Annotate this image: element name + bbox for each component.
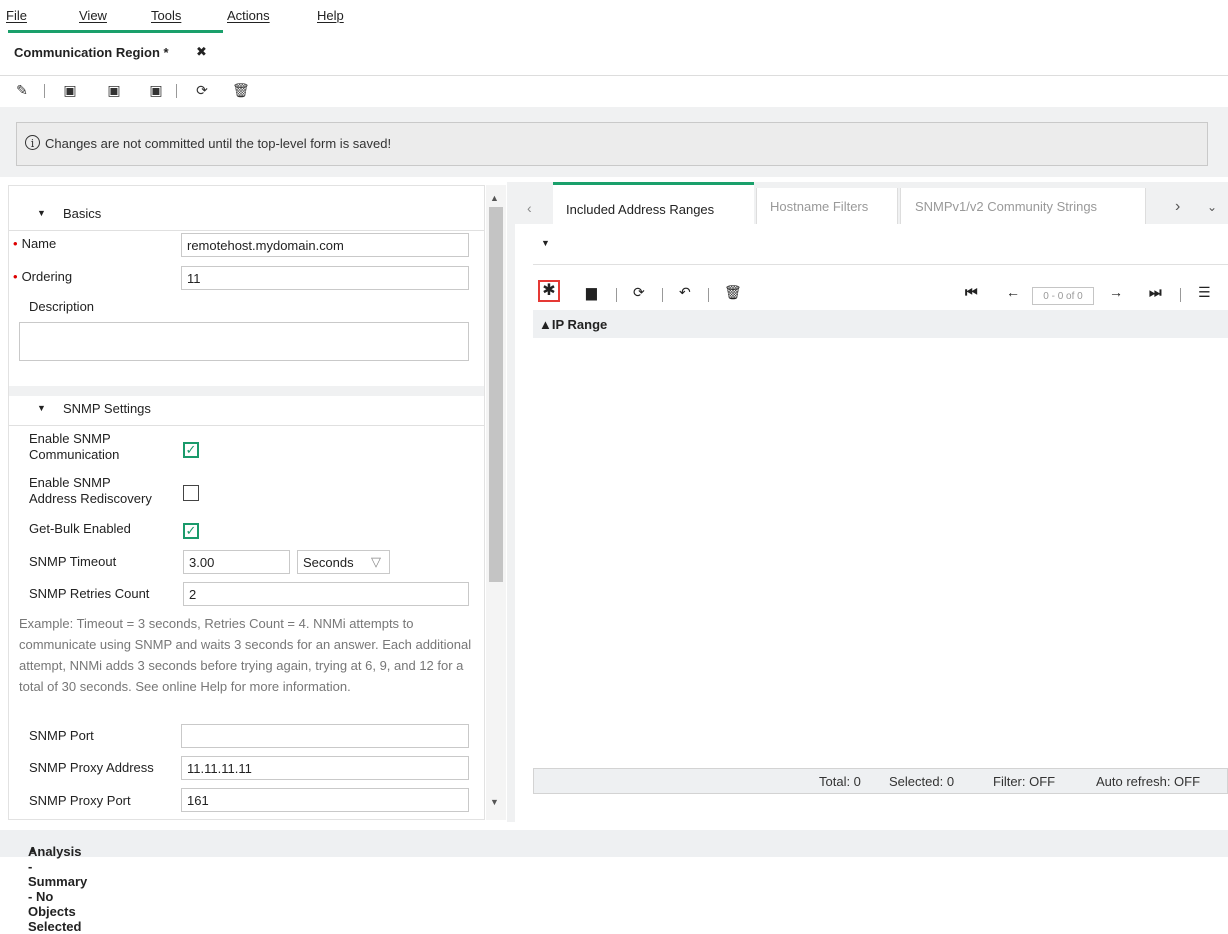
right-tab-panel: ‹ Included Address Ranges Hostname Filte… <box>515 182 1228 822</box>
tab-title: Communication Region * <box>14 45 169 60</box>
snmp-heading: SNMP Settings <box>63 401 151 416</box>
tab-communication-region[interactable]: Communication Region * ✖ <box>8 30 223 70</box>
getbulk-label: Get-Bulk Enabled <box>29 521 131 536</box>
separator <box>44 84 45 98</box>
chevron-right-icon[interactable]: › <box>1175 198 1180 216</box>
first-page-icon[interactable]: ⏮ <box>965 284 978 301</box>
proxy-address-field[interactable]: 11.11.11.11 <box>181 756 469 780</box>
proxy-port-label: SNMP Proxy Port <box>29 793 131 808</box>
refresh-icon[interactable]: ⟳ <box>633 284 645 301</box>
menu-help[interactable]: Help <box>317 8 344 23</box>
proxy-port-field[interactable]: 161 <box>181 788 469 812</box>
status-bar: Total: 0 Selected: 0 Filter: OFF Auto re… <box>533 768 1228 794</box>
port-field[interactable] <box>181 724 469 748</box>
status-total: Total: 0 <box>819 774 861 789</box>
caret-down-icon[interactable]: ▼ <box>541 238 550 248</box>
notice-box: i Changes are not committed until the to… <box>16 122 1208 166</box>
snmp-section-header[interactable]: ▼ SNMP Settings <box>9 391 484 426</box>
name-label: • Name <box>13 236 57 251</box>
port-label: SNMP Port <box>29 728 94 743</box>
scroll-up-icon[interactable]: ▲ <box>490 193 499 203</box>
divider <box>533 264 1228 265</box>
description-label: Description <box>29 299 95 314</box>
ordering-label: • Ordering <box>13 269 73 284</box>
separator <box>176 84 177 98</box>
menu-view[interactable]: View <box>79 8 107 23</box>
notice-text: Changes are not committed until the top-… <box>45 136 392 151</box>
status-auto-refresh: Auto refresh: OFF <box>1096 774 1201 789</box>
dropdown-arrow-icon: ▽ <box>371 554 381 569</box>
next-page-icon[interactable]: → <box>1109 284 1123 300</box>
save-icon[interactable]: ▣ <box>62 82 78 98</box>
basics-heading: Basics <box>63 206 102 221</box>
refresh-icon[interactable]: ⟳ <box>194 82 210 98</box>
separator <box>616 288 617 302</box>
chevron-left-icon[interactable]: ‹ <box>527 200 532 216</box>
last-page-icon[interactable]: ⏭ <box>1149 284 1162 301</box>
new-asterisk-icon[interactable]: ✱ <box>538 280 560 302</box>
edit-icon[interactable]: ✎ <box>14 82 30 98</box>
delete-icon[interactable]: 🗑 <box>724 284 742 301</box>
tab-hostname-filters[interactable]: Hostname Filters <box>756 188 898 224</box>
open-folder-icon[interactable]: ▆ <box>586 284 597 301</box>
snmp-help-note: Example: Timeout = 3 seconds, Retries Co… <box>19 616 472 694</box>
info-icon: i <box>25 135 40 150</box>
close-icon[interactable]: ✖ <box>196 44 207 60</box>
description-field[interactable] <box>19 322 469 361</box>
column-ip-range[interactable]: ▲IP Range <box>539 317 607 332</box>
separator <box>708 288 709 302</box>
table-settings-icon[interactable]: ☰ <box>1198 284 1211 301</box>
retries-label: SNMP Retries Count <box>29 586 150 601</box>
left-form-panel: ▼ Basics • Name remotehost.mydomain.com •… <box>8 185 485 820</box>
chevron-down-icon[interactable]: ⌄ <box>1207 200 1217 214</box>
rediscovery-label: Enable SNMP Address Rediscovery <box>29 475 152 506</box>
basics-section-header[interactable]: ▼ Basics <box>9 196 484 231</box>
left-scrollbar[interactable]: ▲ ▼ <box>486 185 506 820</box>
menu-tools[interactable]: Tools <box>151 8 181 23</box>
name-field[interactable]: remotehost.mydomain.com <box>181 233 469 257</box>
timeout-unit-select[interactable]: Seconds ▽ <box>297 550 390 574</box>
retries-field[interactable]: 2 <box>183 582 469 606</box>
scroll-down-icon[interactable]: ▼ <box>490 797 499 807</box>
tab-community-strings[interactable]: SNMPv1/v2 Community Strings <box>900 188 1146 224</box>
status-filter: Filter: OFF <box>993 774 1056 789</box>
separator <box>662 288 663 302</box>
pager-display: 0 - 0 of 0 <box>1032 287 1094 305</box>
enable-snmp-checkbox[interactable]: ✓ <box>183 442 199 458</box>
save-and-new-icon[interactable]: ▣ <box>106 82 122 98</box>
timeout-field[interactable]: 3.00 <box>183 550 290 574</box>
grid-header: ▲IP Range <box>533 310 1228 338</box>
caret-down-icon: ▼ <box>37 208 46 218</box>
undo-icon[interactable]: ↶ <box>679 284 691 301</box>
previous-page-icon[interactable]: ← <box>1006 284 1020 300</box>
menu-bar: File View Tools Actions Help <box>0 0 1228 30</box>
menu-file[interactable]: File <box>6 8 27 23</box>
enable-snmp-label: Enable SNMP Communication <box>29 431 120 462</box>
ordering-field[interactable]: 11 <box>181 266 469 290</box>
panel-gap <box>507 182 515 822</box>
save-and-close-icon[interactable]: ▣ <box>148 82 164 98</box>
delete-icon[interactable]: 🗑 <box>232 82 250 98</box>
timeout-label: SNMP Timeout <box>29 554 117 569</box>
getbulk-checkbox[interactable]: ✓ <box>183 523 199 539</box>
divider <box>0 75 1228 76</box>
proxy-address-label: SNMP Proxy Address <box>29 760 154 775</box>
analysis-bar[interactable]: ▲ Analysis - Summary - No Objects Select… <box>0 830 1228 934</box>
rediscovery-checkbox[interactable] <box>183 485 199 501</box>
scroll-thumb[interactable] <box>489 207 503 582</box>
separator <box>1180 288 1181 302</box>
caret-down-icon: ▼ <box>37 403 46 413</box>
status-selected: Selected: 0 <box>889 774 955 789</box>
tab-included-address-ranges[interactable]: Included Address Ranges <box>553 182 754 224</box>
menu-actions[interactable]: Actions <box>227 8 270 23</box>
